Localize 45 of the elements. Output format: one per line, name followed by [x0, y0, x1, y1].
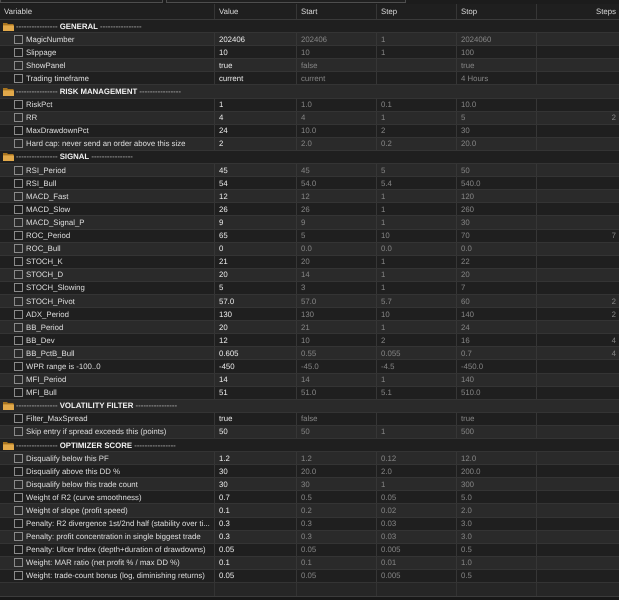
checkbox[interactable]: [14, 270, 23, 280]
checkbox[interactable]: [14, 166, 23, 175]
checkbox[interactable]: [14, 375, 23, 384]
checkbox[interactable]: [14, 100, 23, 110]
checkbox[interactable]: [14, 362, 23, 371]
checkbox[interactable]: [14, 545, 23, 554]
checkbox[interactable]: [14, 296, 23, 306]
checkbox[interactable]: [14, 283, 23, 292]
checkbox[interactable]: [14, 492, 23, 502]
checkbox[interactable]: [14, 336, 23, 345]
folder-icon: [3, 152, 14, 162]
checkbox[interactable]: [14, 427, 23, 436]
folder-icon: [3, 22, 14, 31]
checkbox[interactable]: [14, 348, 23, 358]
checkbox[interactable]: [14, 60, 23, 70]
checkbox[interactable]: [14, 192, 23, 201]
checkbox[interactable]: [14, 231, 23, 240]
checkbox[interactable]: [14, 139, 23, 148]
input-field[interactable]: [0, 0, 163, 3]
checkbox[interactable]: [14, 506, 23, 516]
checkbox[interactable]: [14, 113, 23, 122]
checkbox[interactable]: [14, 480, 23, 489]
input-field[interactable]: [166, 0, 406, 3]
checkbox[interactable]: [14, 310, 23, 319]
checkbox[interactable]: [14, 532, 23, 542]
checkbox[interactable]: [14, 257, 23, 266]
checkbox[interactable]: [14, 178, 23, 188]
checkbox[interactable]: [14, 34, 23, 44]
folder-icon: [3, 401, 14, 410]
checkbox[interactable]: [14, 571, 23, 580]
checkbox[interactable]: [14, 48, 23, 57]
checkbox[interactable]: [14, 126, 23, 136]
checkbox[interactable]: [14, 244, 23, 254]
checkbox[interactable]: [14, 204, 23, 214]
checkbox[interactable]: [14, 466, 23, 476]
folder-icon: [3, 87, 14, 96]
checkbox[interactable]: [14, 558, 23, 568]
checkbox[interactable]: [14, 322, 23, 332]
checkbox[interactable]: [14, 414, 23, 424]
folder-icon: [3, 440, 14, 450]
checkbox[interactable]: [14, 74, 23, 83]
checkbox[interactable]: [14, 454, 23, 463]
checkbox[interactable]: [14, 519, 23, 528]
checkbox[interactable]: [14, 388, 23, 398]
checkbox[interactable]: [14, 218, 23, 227]
